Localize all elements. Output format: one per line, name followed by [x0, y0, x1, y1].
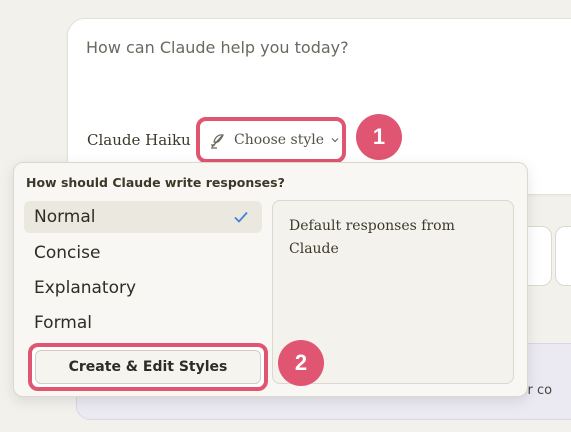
style-option-label: Concise: [34, 243, 101, 263]
checkmark-icon: [234, 211, 248, 223]
style-option-formal[interactable]: Formal: [24, 307, 262, 339]
create-edit-styles-highlight: Create & Edit Styles: [28, 343, 268, 391]
step-marker-1: 1: [356, 114, 402, 160]
chevron-down-icon: [331, 138, 339, 143]
style-menu-title: How should Claude write responses?: [26, 175, 285, 190]
style-option-label: Formal: [34, 313, 92, 333]
style-option-normal[interactable]: Normal: [24, 201, 262, 233]
model-selector[interactable]: Claude Haiku: [87, 131, 191, 149]
style-option-concise[interactable]: Concise: [24, 237, 262, 269]
choose-style-label: Choose style: [234, 132, 324, 148]
style-option-label: Explanatory: [34, 278, 137, 298]
create-edit-styles-button[interactable]: Create & Edit Styles: [35, 350, 261, 384]
step-marker-2: 2: [278, 340, 324, 386]
style-menu: How should Claude write responses? Norma…: [13, 162, 528, 397]
style-option-explanatory[interactable]: Explanatory: [24, 272, 262, 304]
choose-style-button[interactable]: Choose style: [196, 117, 346, 163]
feather-pen-icon: [211, 134, 224, 149]
background-tile: [555, 226, 571, 286]
style-option-label: Normal: [34, 207, 96, 227]
prompt-placeholder[interactable]: How can Claude help you today?: [86, 38, 349, 57]
